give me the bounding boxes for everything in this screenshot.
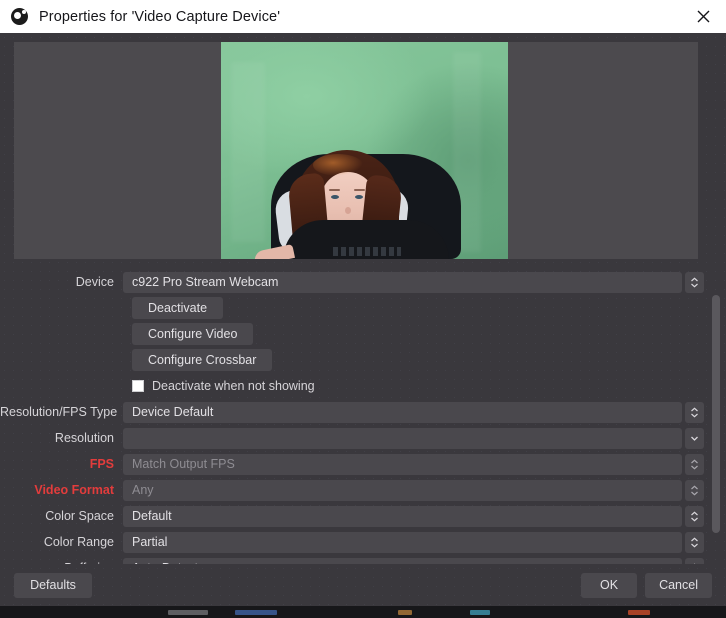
- fps-spinner-button[interactable]: [685, 453, 704, 475]
- parent-chip: [628, 610, 650, 615]
- deactivate-when-not-showing-label: Deactivate when not showing: [152, 379, 315, 393]
- resolution-label: Resolution: [54, 431, 114, 445]
- video-format-label: Video Format: [34, 483, 114, 497]
- buffering-label: Buffering: [0, 561, 123, 564]
- ok-button[interactable]: OK: [581, 572, 638, 598]
- buffering-spinner-button[interactable]: [685, 557, 704, 564]
- dialog-body: Device c922 Pro Stream Webcam Deactivate…: [0, 33, 726, 564]
- color-range-combobox[interactable]: Partial: [123, 531, 682, 553]
- configure-crossbar-button[interactable]: Configure Crossbar: [132, 349, 273, 371]
- shirt-graphic: [333, 247, 401, 256]
- resolution-dropdown-button[interactable]: [685, 427, 704, 449]
- window-title: Properties for 'Video Capture Device': [39, 8, 281, 25]
- properties-form: Device c922 Pro Stream Webcam Deactivate…: [0, 269, 726, 564]
- parent-chip: [470, 610, 490, 615]
- close-button[interactable]: [680, 0, 726, 33]
- row-deactivate: Deactivate: [0, 295, 726, 321]
- dialog-footer: Defaults OK Cancel: [0, 564, 726, 606]
- updown-chevron-icon: [691, 536, 698, 548]
- color-space-label: Color Space: [45, 509, 114, 523]
- updown-chevron-icon: [691, 510, 698, 522]
- row-deactivate-when-not-showing: Deactivate when not showing: [0, 373, 726, 399]
- video-format-spinner-button[interactable]: [685, 479, 704, 501]
- form-scrollbar[interactable]: [710, 269, 721, 564]
- row-device: Device c922 Pro Stream Webcam: [0, 269, 726, 295]
- resolution-combobox[interactable]: [123, 427, 682, 449]
- parent-obs-window-strip: [0, 606, 726, 618]
- row-video-format: Video Format Any: [0, 477, 726, 503]
- row-color-range: Color Range Partial: [0, 529, 726, 555]
- row-fps: FPS Match Output FPS: [0, 451, 726, 477]
- parent-chip: [168, 610, 208, 615]
- backdrop-fold: [231, 62, 265, 242]
- deactivate-when-not-showing-checkbox[interactable]: [132, 380, 144, 392]
- deactivate-button[interactable]: Deactivate: [132, 297, 224, 319]
- row-buffering: Buffering Auto-Detect: [0, 555, 726, 564]
- fps-combobox[interactable]: Match Output FPS: [123, 453, 682, 475]
- obs-logo-icon: [11, 8, 28, 25]
- device-label: Device: [75, 275, 114, 289]
- color-range-label: Color Range: [43, 535, 114, 549]
- video-preview: [14, 42, 698, 259]
- color-space-spinner-button[interactable]: [685, 505, 704, 527]
- parent-chip: [398, 610, 412, 615]
- updown-chevron-icon: [693, 562, 696, 564]
- row-configure-video: Configure Video: [0, 321, 726, 347]
- device-combobox[interactable]: c922 Pro Stream Webcam: [123, 271, 682, 293]
- eyebrow-left: [329, 189, 340, 191]
- properties-form-scroll-area[interactable]: Device c922 Pro Stream Webcam Deactivate…: [0, 269, 726, 564]
- resolution-fps-type-combobox[interactable]: Device Default: [123, 401, 682, 423]
- eye-right: [355, 195, 363, 199]
- chevron-down-icon: [691, 436, 698, 441]
- eye-left: [331, 195, 339, 199]
- color-range-spinner-button[interactable]: [685, 531, 704, 553]
- device-spinner-button[interactable]: [685, 271, 704, 293]
- nose: [345, 207, 351, 214]
- buffering-combobox[interactable]: Auto-Detect: [123, 557, 682, 564]
- webcam-feed: [221, 42, 508, 259]
- form-scrollbar-thumb[interactable]: [712, 295, 720, 533]
- video-format-combobox[interactable]: Any: [123, 479, 682, 501]
- updown-chevron-icon: [691, 276, 698, 288]
- properties-dialog: Properties for 'Video Capture Device' De…: [0, 0, 726, 606]
- eyebrow-right: [354, 189, 365, 191]
- updown-chevron-icon: [691, 406, 698, 418]
- defaults-button[interactable]: Defaults: [14, 572, 92, 598]
- hair-highlight: [313, 154, 363, 176]
- row-resolution: Resolution: [0, 425, 726, 451]
- close-icon: [697, 10, 709, 23]
- updown-chevron-icon: [691, 484, 698, 496]
- configure-video-button[interactable]: Configure Video: [132, 323, 254, 345]
- resolution-fps-type-label: Resolution/FPS Type: [0, 405, 118, 419]
- parent-chip: [235, 610, 277, 615]
- row-configure-crossbar: Configure Crossbar: [0, 347, 726, 373]
- row-resolution-fps-type: Resolution/FPS Type Device Default: [0, 399, 726, 425]
- title-bar: Properties for 'Video Capture Device': [0, 0, 726, 33]
- resolution-fps-type-spinner-button[interactable]: [685, 401, 704, 423]
- cancel-button[interactable]: Cancel: [645, 572, 712, 598]
- fps-label: FPS: [89, 457, 114, 471]
- row-color-space: Color Space Default: [0, 503, 726, 529]
- color-space-combobox[interactable]: Default: [123, 505, 682, 527]
- updown-chevron-icon: [691, 458, 698, 470]
